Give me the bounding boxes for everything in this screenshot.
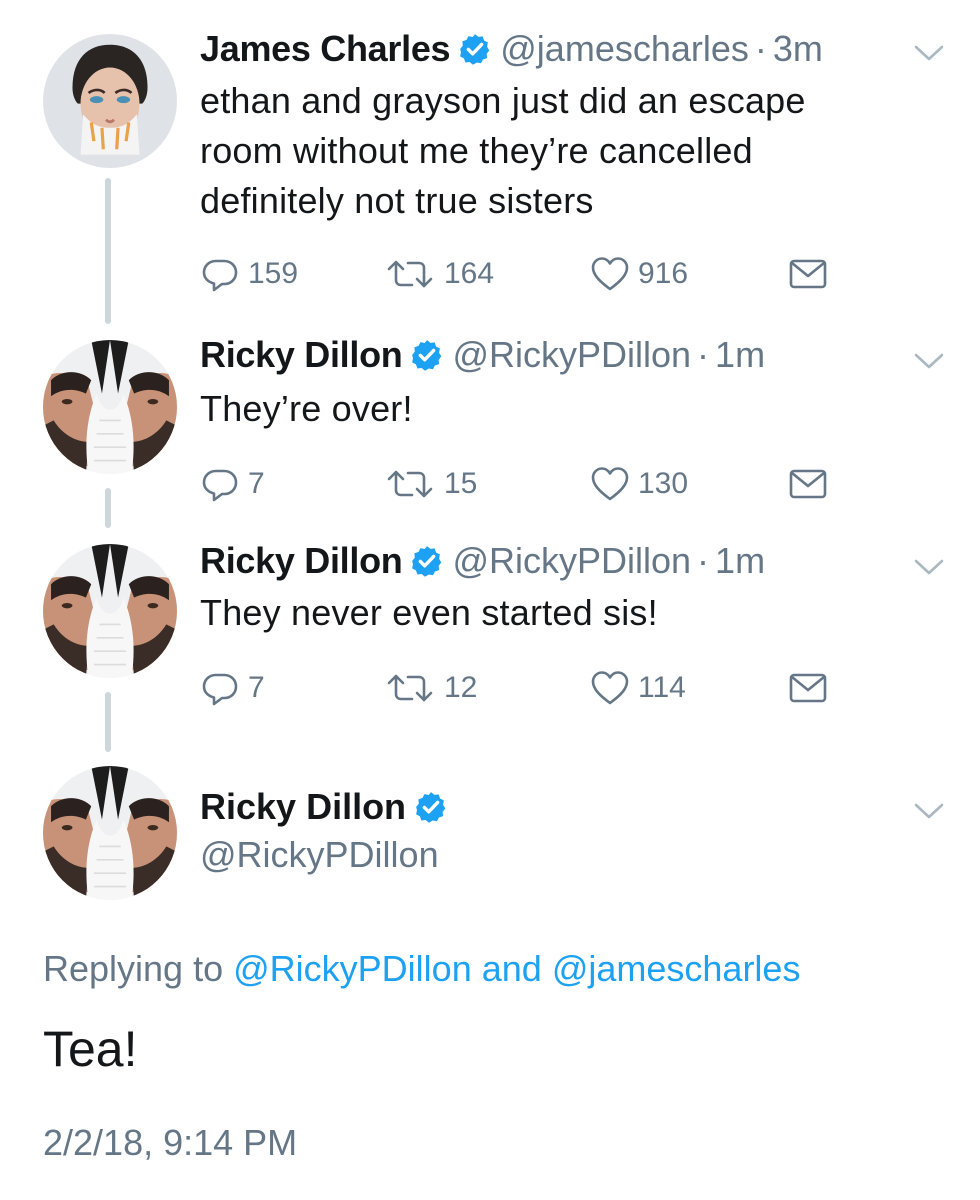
reply-count: 7 — [248, 671, 265, 704]
heart-icon — [590, 254, 630, 294]
tweet-time[interactable]: 1m — [715, 540, 765, 582]
retweet-button[interactable]: 164 — [384, 252, 494, 296]
reply-button[interactable]: 7 — [200, 462, 265, 506]
reply-count: 159 — [248, 257, 299, 290]
tweet-actions: 7 12 114 — [200, 666, 860, 710]
display-name[interactable]: Ricky Dillon — [200, 786, 406, 828]
chevron-down-icon[interactable] — [912, 556, 946, 578]
avatar-image — [43, 34, 177, 168]
tweet-text-line: ethan and grayson just did an escape — [200, 80, 806, 121]
mention-link[interactable]: @RickyPDillon — [233, 948, 472, 989]
verified-badge-icon — [414, 790, 448, 824]
tweet-text: They never even started sis! — [200, 588, 920, 638]
heart-icon — [590, 464, 630, 504]
tweet-text: They’re over! — [200, 384, 920, 434]
separator-dot: · — [754, 28, 767, 69]
retweet-icon — [384, 668, 436, 708]
user-handle[interactable]: @RickyPDillon — [452, 334, 691, 376]
chevron-down-icon[interactable] — [912, 800, 946, 822]
focus-name-row: Ricky Dillon — [200, 782, 456, 832]
tweet-text-line: room without me they’re cancelled — [200, 130, 753, 171]
verified-badge-icon — [410, 338, 444, 372]
retweet-count: 15 — [444, 467, 478, 500]
reply-button[interactable]: 159 — [200, 252, 298, 296]
tweet-text-line: They never even started sis! — [200, 592, 658, 633]
reply-icon — [200, 464, 240, 504]
verified-badge-icon — [458, 32, 492, 66]
thread-connector — [105, 692, 111, 752]
heart-icon — [590, 668, 630, 708]
tweet-text-line: definitely not true sisters — [200, 180, 594, 221]
tweet-text: Tea! — [43, 1021, 138, 1077]
user-handle[interactable]: @RickyPDillon — [452, 540, 691, 582]
envelope-icon — [788, 668, 828, 708]
separator-dot: · — [697, 334, 710, 375]
chevron-down-icon[interactable] — [912, 350, 946, 372]
retweet-button[interactable]: 15 — [384, 462, 477, 506]
tweet-time[interactable]: 3m — [773, 28, 823, 70]
reply-icon — [200, 668, 240, 708]
like-button[interactable]: 114 — [590, 666, 686, 710]
like-button[interactable]: 916 — [590, 252, 688, 296]
retweet-icon — [384, 464, 436, 504]
replying-prefix: Replying to — [43, 948, 224, 989]
avatar[interactable] — [43, 544, 177, 678]
reply-count: 7 — [248, 467, 265, 500]
thread-connector — [105, 488, 111, 528]
envelope-icon — [788, 254, 828, 294]
separator-dot: · — [697, 540, 710, 581]
envelope-icon — [788, 464, 828, 504]
user-handle[interactable]: @RickyPDillon — [200, 830, 439, 880]
retweet-count: 12 — [444, 671, 478, 704]
display-name[interactable]: Ricky Dillon — [200, 334, 403, 376]
avatar-image — [43, 340, 177, 474]
tweet-header: Ricky Dillon @RickyPDillon · 1m — [200, 330, 765, 380]
like-button[interactable]: 130 — [590, 462, 688, 506]
mention-conjunction: and — [481, 948, 542, 989]
avatar[interactable] — [43, 340, 177, 474]
avatar[interactable] — [43, 34, 177, 168]
mention-link[interactable]: @jamescharles — [552, 948, 801, 989]
like-count: 130 — [638, 467, 689, 500]
retweet-count: 164 — [444, 257, 495, 290]
retweet-icon — [384, 254, 436, 294]
retweet-button[interactable]: 12 — [384, 666, 477, 710]
avatar-image — [43, 544, 177, 678]
like-count: 916 — [638, 257, 689, 290]
avatar[interactable] — [43, 766, 177, 900]
chevron-down-icon[interactable] — [912, 42, 946, 64]
tweet-timestamp[interactable]: 2/2/18, 9:14 PM — [43, 1122, 297, 1164]
tweet-header: James Charles @jamescharles · 3m — [200, 24, 823, 74]
display-name[interactable]: James Charles — [200, 28, 451, 70]
replying-to: Replying to @RickyPDillon and @jameschar… — [43, 948, 800, 990]
direct-message-button[interactable] — [788, 462, 828, 506]
like-count: 114 — [638, 671, 686, 704]
avatar-image — [43, 766, 177, 900]
direct-message-button[interactable] — [788, 666, 828, 710]
reply-button[interactable]: 7 — [200, 666, 265, 710]
tweet-time[interactable]: 1m — [715, 334, 765, 376]
display-name[interactable]: Ricky Dillon — [200, 540, 403, 582]
tweet-text-line: They’re over! — [200, 388, 413, 429]
thread-connector — [105, 178, 111, 324]
direct-message-button[interactable] — [788, 252, 828, 296]
reply-icon — [200, 254, 240, 294]
tweet-text: ethan and grayson just did an escape roo… — [200, 76, 920, 226]
verified-badge-icon — [410, 544, 444, 578]
tweet-actions: 159 164 916 — [200, 252, 860, 296]
tweet-header: Ricky Dillon @RickyPDillon · 1m — [200, 536, 765, 586]
tweet-actions: 7 15 130 — [200, 462, 860, 506]
user-handle[interactable]: @jamescharles — [500, 28, 749, 70]
